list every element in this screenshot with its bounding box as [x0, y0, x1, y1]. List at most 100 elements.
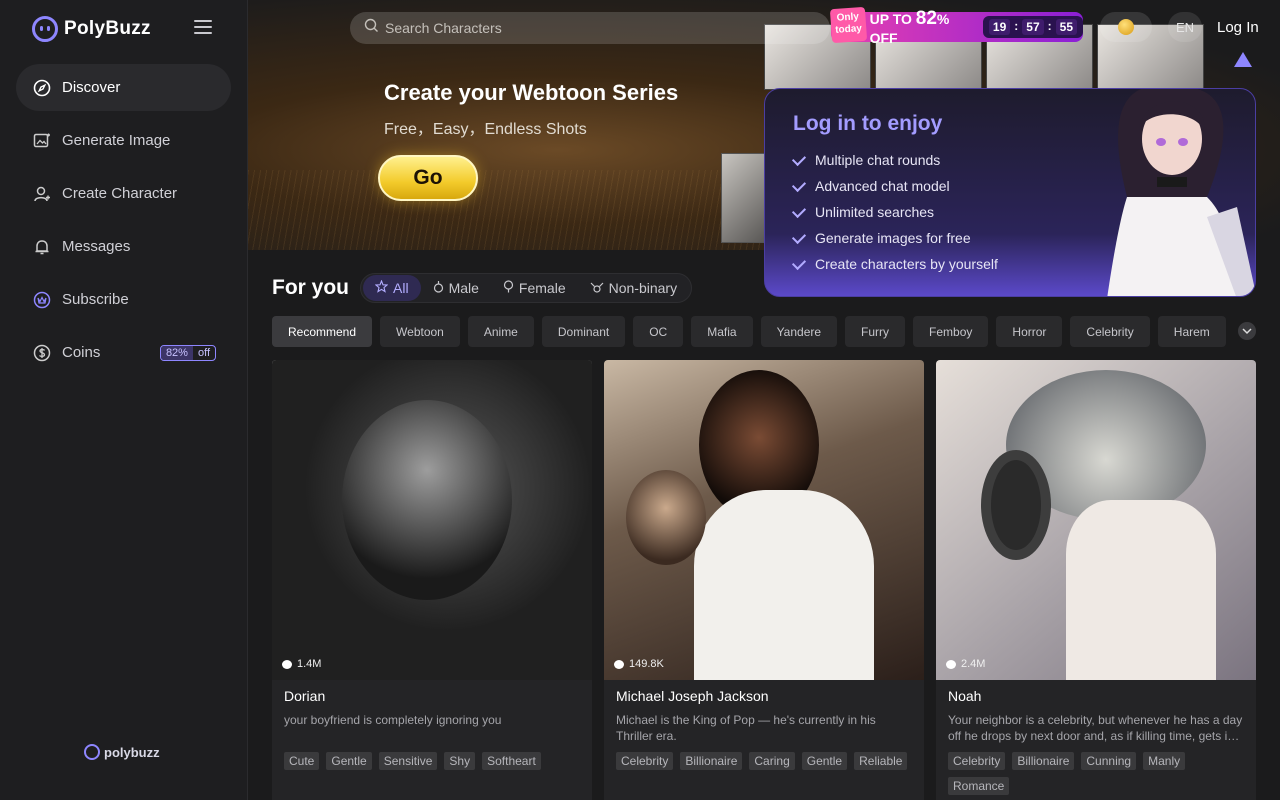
perk-label: Generate images for free — [815, 230, 971, 246]
chat-count-value: 2.4M — [961, 658, 986, 670]
character-name: Noah — [948, 688, 982, 704]
tab-male[interactable]: Male — [421, 275, 491, 301]
tab-label: All — [393, 280, 409, 296]
tag[interactable]: Cute — [284, 752, 320, 770]
chip-yandere[interactable]: Yandere — [760, 316, 838, 347]
tab-non-binary[interactable]: Non-binary — [578, 275, 689, 301]
tag[interactable]: Gentle — [326, 752, 372, 770]
sidebar-item-discover[interactable]: Discover — [16, 64, 231, 111]
countdown-minutes: 57 — [1022, 19, 1044, 35]
perk-label: Advanced chat model — [815, 178, 950, 194]
login-promo-card[interactable]: Log in to enjoy Multiple chat rounds Adv… — [764, 88, 1256, 297]
chip-anime[interactable]: Anime — [467, 316, 534, 347]
chip-mafia[interactable]: Mafia — [691, 316, 753, 347]
discount-percent: 82% — [160, 345, 193, 360]
gender-filter-tabs: All Male Female Non-binary — [360, 273, 693, 303]
tag[interactable]: Manly — [1143, 752, 1186, 770]
tag[interactable]: Softheart — [482, 752, 541, 770]
check-icon — [791, 229, 807, 244]
promo-banner[interactable]: Only today UP TO 82% OFF 19: 57: 55 — [829, 6, 1083, 46]
character-card[interactable]: 2.4M Noah Your neighbor is a celebrity, … — [936, 360, 1256, 800]
chip-horror[interactable]: Horror — [996, 316, 1063, 347]
sidebar-item-label: Coins — [62, 344, 101, 361]
chat-count-value: 149.8K — [629, 658, 664, 670]
tag[interactable]: Romance — [948, 777, 1010, 795]
character-tags: Celebrity Billionaire Caring Gentle Reli… — [616, 752, 916, 770]
login-link[interactable]: Log In — [1217, 19, 1259, 36]
tag[interactable]: Celebrity — [616, 752, 674, 770]
promo-suffix: OFF — [869, 30, 898, 46]
tag[interactable]: Sensitive — [378, 752, 438, 770]
character-card[interactable]: 1.4M Dorian your boyfriend is completely… — [272, 360, 592, 800]
promo-percent: 82 — [915, 8, 937, 29]
collapse-menu-icon[interactable] — [194, 20, 212, 36]
sidebar-item-create-character[interactable]: Create Character — [16, 170, 231, 217]
search-icon — [364, 18, 379, 38]
tab-label: Non-binary — [608, 280, 678, 296]
tab-label: Male — [448, 280, 479, 296]
coin-button[interactable] — [1100, 12, 1152, 42]
tag[interactable]: Caring — [749, 752, 795, 770]
perk-item: Create characters by yourself — [791, 251, 998, 277]
hero-subtitle: Free，Easy，Endless Shots — [384, 121, 587, 138]
perk-item: Unlimited searches — [791, 199, 998, 225]
hero-banner[interactable]: Create your Webtoon Series Free，Easy，End… — [248, 0, 1280, 297]
character-card[interactable]: 149.8K Michael Joseph Jackson Michael is… — [604, 360, 924, 800]
tab-female[interactable]: Female — [491, 275, 578, 301]
tag[interactable]: Reliable — [854, 752, 908, 770]
countdown-hours: 19 — [988, 19, 1011, 35]
brand-logo[interactable]: PolyBuzz — [32, 16, 151, 42]
countdown-timer: 19: 57: 55 — [982, 16, 1083, 38]
chevron-down-icon[interactable] — [1238, 322, 1256, 340]
chip-harem[interactable]: Harem — [1157, 316, 1226, 347]
sidebar-nav: Discover Generate Image Create Character… — [16, 64, 231, 382]
countdown-seconds: 55 — [1055, 19, 1077, 35]
chat-count: 2.4M — [946, 658, 985, 670]
tab-all[interactable]: All — [363, 275, 421, 301]
chip-oc[interactable]: OC — [633, 316, 684, 347]
brand-name: PolyBuzz — [64, 18, 151, 39]
sidebar-item-label: Discover — [62, 79, 121, 96]
chip-webtoon[interactable]: Webtoon — [380, 316, 460, 347]
perk-item: Advanced chat model — [791, 173, 998, 199]
tag[interactable]: Billionaire — [680, 752, 743, 770]
sidebar-item-coins[interactable]: Coins 82% off — [16, 329, 231, 376]
check-icon — [791, 177, 807, 192]
male-icon — [433, 280, 444, 296]
discount-badge: 82% off — [159, 344, 216, 361]
language-selector[interactable]: EN — [1168, 12, 1202, 42]
star-icon — [374, 279, 389, 296]
coin-icon — [1118, 19, 1134, 35]
promo-text: UP TO 82% OFF — [870, 8, 977, 46]
sidebar-item-label: Generate Image — [62, 132, 171, 149]
comic-panel-image — [721, 153, 765, 243]
promo-prefix: UP TO — [869, 11, 912, 27]
user-plus-icon — [32, 184, 52, 204]
character-tags: Cute Gentle Sensitive Shy Softheart — [284, 752, 584, 770]
promo-tag-line2: today — [834, 23, 863, 36]
perk-label: Multiple chat rounds — [815, 152, 941, 168]
tag[interactable]: Shy — [444, 752, 476, 770]
search-bar[interactable] — [350, 12, 830, 44]
perk-item: Multiple chat rounds — [791, 147, 998, 173]
tag[interactable]: Celebrity — [948, 752, 1006, 770]
perk-label: Unlimited searches — [815, 204, 935, 220]
chip-furry[interactable]: Furry — [845, 316, 906, 347]
character-name: Michael Joseph Jackson — [616, 688, 769, 704]
sidebar-item-subscribe[interactable]: Subscribe — [16, 276, 231, 323]
sidebar-item-generate-image[interactable]: Generate Image — [16, 117, 231, 164]
sidebar-item-messages[interactable]: Messages — [16, 223, 231, 270]
search-input[interactable] — [385, 20, 785, 36]
chip-dominant[interactable]: Dominant — [541, 316, 626, 347]
go-button[interactable]: Go — [378, 155, 478, 201]
female-icon — [503, 280, 514, 296]
login-card-title: Log in to enjoy — [793, 112, 943, 135]
character-image: 1.4M — [272, 360, 592, 680]
tag[interactable]: Billionaire — [1012, 752, 1075, 770]
chip-celebrity[interactable]: Celebrity — [1070, 316, 1150, 347]
chip-recommend[interactable]: Recommend — [272, 316, 373, 347]
sidebar-item-label: Messages — [62, 238, 131, 255]
tag[interactable]: Cunning — [1081, 752, 1137, 770]
tag[interactable]: Gentle — [801, 752, 848, 770]
chip-femboy[interactable]: Femboy — [913, 316, 989, 347]
